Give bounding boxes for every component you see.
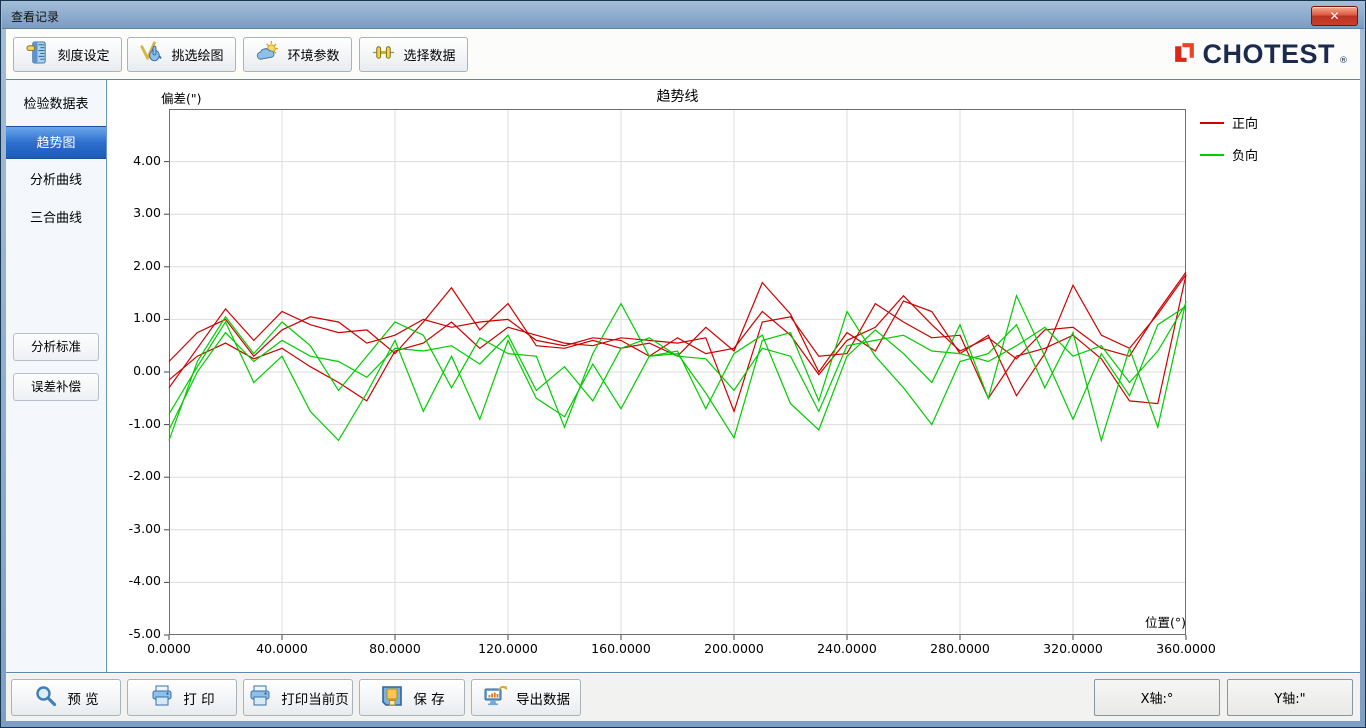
printer-icon xyxy=(247,683,273,713)
legend-item: 负向 xyxy=(1200,145,1258,164)
sidebar-tab-inspection-data-table[interactable]: 检验数据表 xyxy=(6,88,106,121)
bottom-toolbar: 预 览 打 印 打印当前页 保 存 导出数据 X轴:° Y轴:" xyxy=(6,674,1360,721)
chotest-logo-reg: ® xyxy=(1339,56,1348,66)
x-axis-unit-label: X轴:° xyxy=(1140,692,1174,707)
trend-chart-area: 趋势线 偏差(") 4.00 3.00 2.00 1.00 0.00 -1.00 -2.00… xyxy=(108,80,1360,672)
x-tick-label: 200.0000 xyxy=(704,641,764,656)
close-icon: ✕ xyxy=(1329,9,1340,23)
scale-setting-label: 刻度设定 xyxy=(57,49,110,64)
legend-swatch xyxy=(1200,121,1224,124)
printer-icon xyxy=(149,683,175,713)
preview-button[interactable]: 预 览 xyxy=(11,679,121,716)
x-tick-label: 0.0000 xyxy=(147,641,191,656)
y-axis-unit-button[interactable]: Y轴:" xyxy=(1227,679,1353,716)
environment-params-button[interactable]: 环境参数 xyxy=(243,37,352,72)
sidebar-tab-trend-chart[interactable]: 趋势图 xyxy=(6,126,106,159)
scale-setting-button[interactable]: 刻度设定 xyxy=(13,37,122,72)
sidebar-tab-triple-curve[interactable]: 三合曲线 xyxy=(6,202,106,235)
client-area: 刻度设定 挑选绘图 环境参数 选择数据 CHOTEST ® 检验数据表 趋势图 … xyxy=(6,29,1360,721)
y-tick-label: 4.00 xyxy=(133,152,161,168)
x-axis-unit-button[interactable]: X轴:° xyxy=(1094,679,1220,716)
y-tick-label: -4.00 xyxy=(128,573,161,589)
content-panel: 检验数据表 趋势图 分析曲线 三合曲线 分析标准 误差补偿 趋势线 偏差(") … xyxy=(6,79,1360,673)
chotest-logo-icon xyxy=(1171,39,1198,70)
x-tick-label: 160.0000 xyxy=(591,641,651,656)
chart-y-axis-label: 偏差(") xyxy=(161,91,202,106)
pick-plot-label: 挑选绘图 xyxy=(171,49,224,64)
select-data-label: 选择数据 xyxy=(403,49,456,64)
x-tick-label: 80.0000 xyxy=(369,641,421,656)
chart-legend: 正向 负向 xyxy=(1200,113,1258,177)
close-button[interactable]: ✕ xyxy=(1311,6,1358,26)
x-tick-label: 240.0000 xyxy=(817,641,877,656)
legend-label: 正向 xyxy=(1232,117,1259,132)
ruler-icon xyxy=(25,40,50,69)
x-tick-label: 40.0000 xyxy=(256,641,308,656)
print-current-page-button[interactable]: 打印当前页 xyxy=(243,679,353,716)
pick-plot-button[interactable]: 挑选绘图 xyxy=(127,37,236,72)
top-toolbar: 刻度设定 挑选绘图 环境参数 选择数据 CHOTEST ® xyxy=(6,29,1360,79)
export-icon xyxy=(482,683,508,713)
select-data-icon xyxy=(371,40,396,69)
y-tick-label: 0.00 xyxy=(133,363,161,378)
error-compensation-button[interactable]: 误差补偿 xyxy=(13,373,99,401)
environment-icon xyxy=(255,40,280,69)
series-line xyxy=(168,271,1187,376)
legend-item: 正向 xyxy=(1200,113,1258,132)
save-button[interactable]: 保 存 xyxy=(359,679,465,716)
chart-title: 趋势线 xyxy=(656,89,699,105)
chart-x-axis-label: 位置(°) xyxy=(1144,615,1186,630)
series-line xyxy=(168,293,1187,442)
sidebar: 检验数据表 趋势图 分析曲线 三合曲线 分析标准 误差补偿 xyxy=(6,80,107,672)
window-title: 查看记录 xyxy=(11,10,60,24)
export-data-button[interactable]: 导出数据 xyxy=(471,679,581,716)
save-label: 保 存 xyxy=(413,691,445,708)
trend-chart-plot xyxy=(164,109,1187,640)
x-tick-label: 120.0000 xyxy=(478,641,538,656)
x-tick-label: 320.0000 xyxy=(1043,641,1103,656)
y-axis-unit-label: Y轴:" xyxy=(1274,692,1306,707)
preview-label: 预 览 xyxy=(67,691,99,708)
pick-plot-icon xyxy=(139,40,164,69)
chotest-logo-text: CHOTEST xyxy=(1202,38,1335,69)
export-data-label: 导出数据 xyxy=(516,691,570,708)
print-button[interactable]: 打 印 xyxy=(127,679,237,716)
y-tick-label: 3.00 xyxy=(133,205,161,221)
series-line xyxy=(168,303,1187,431)
save-icon xyxy=(379,683,405,713)
print-label: 打 印 xyxy=(183,691,215,708)
legend-label: 负向 xyxy=(1232,149,1259,164)
legend-swatch xyxy=(1200,153,1224,156)
y-tick-label: -2.00 xyxy=(128,468,161,484)
y-tick-label: -3.00 xyxy=(128,520,161,536)
chotest-logo: CHOTEST ® xyxy=(1171,39,1348,69)
magnifier-icon xyxy=(33,683,59,713)
print-current-page-label: 打印当前页 xyxy=(281,691,349,708)
title-bar: 查看记录 ✕ xyxy=(2,2,1364,29)
x-tick-label: 360.0000 xyxy=(1156,641,1216,656)
select-data-button[interactable]: 选择数据 xyxy=(359,37,468,72)
app-window: 查看记录 ✕ 刻度设定 挑选绘图 环境参数 选择数据 CHOTEST ® 检验数… xyxy=(0,0,1366,728)
environment-params-label: 环境参数 xyxy=(287,49,340,64)
x-tick-label: 280.0000 xyxy=(930,641,990,656)
y-tick-label: -1.00 xyxy=(128,415,161,431)
y-tick-label: 2.00 xyxy=(133,257,161,273)
series-line xyxy=(168,274,1187,414)
analysis-standard-button[interactable]: 分析标准 xyxy=(13,333,99,361)
sidebar-tab-analysis-curve[interactable]: 分析曲线 xyxy=(6,164,106,197)
y-tick-label: 1.00 xyxy=(133,310,161,326)
